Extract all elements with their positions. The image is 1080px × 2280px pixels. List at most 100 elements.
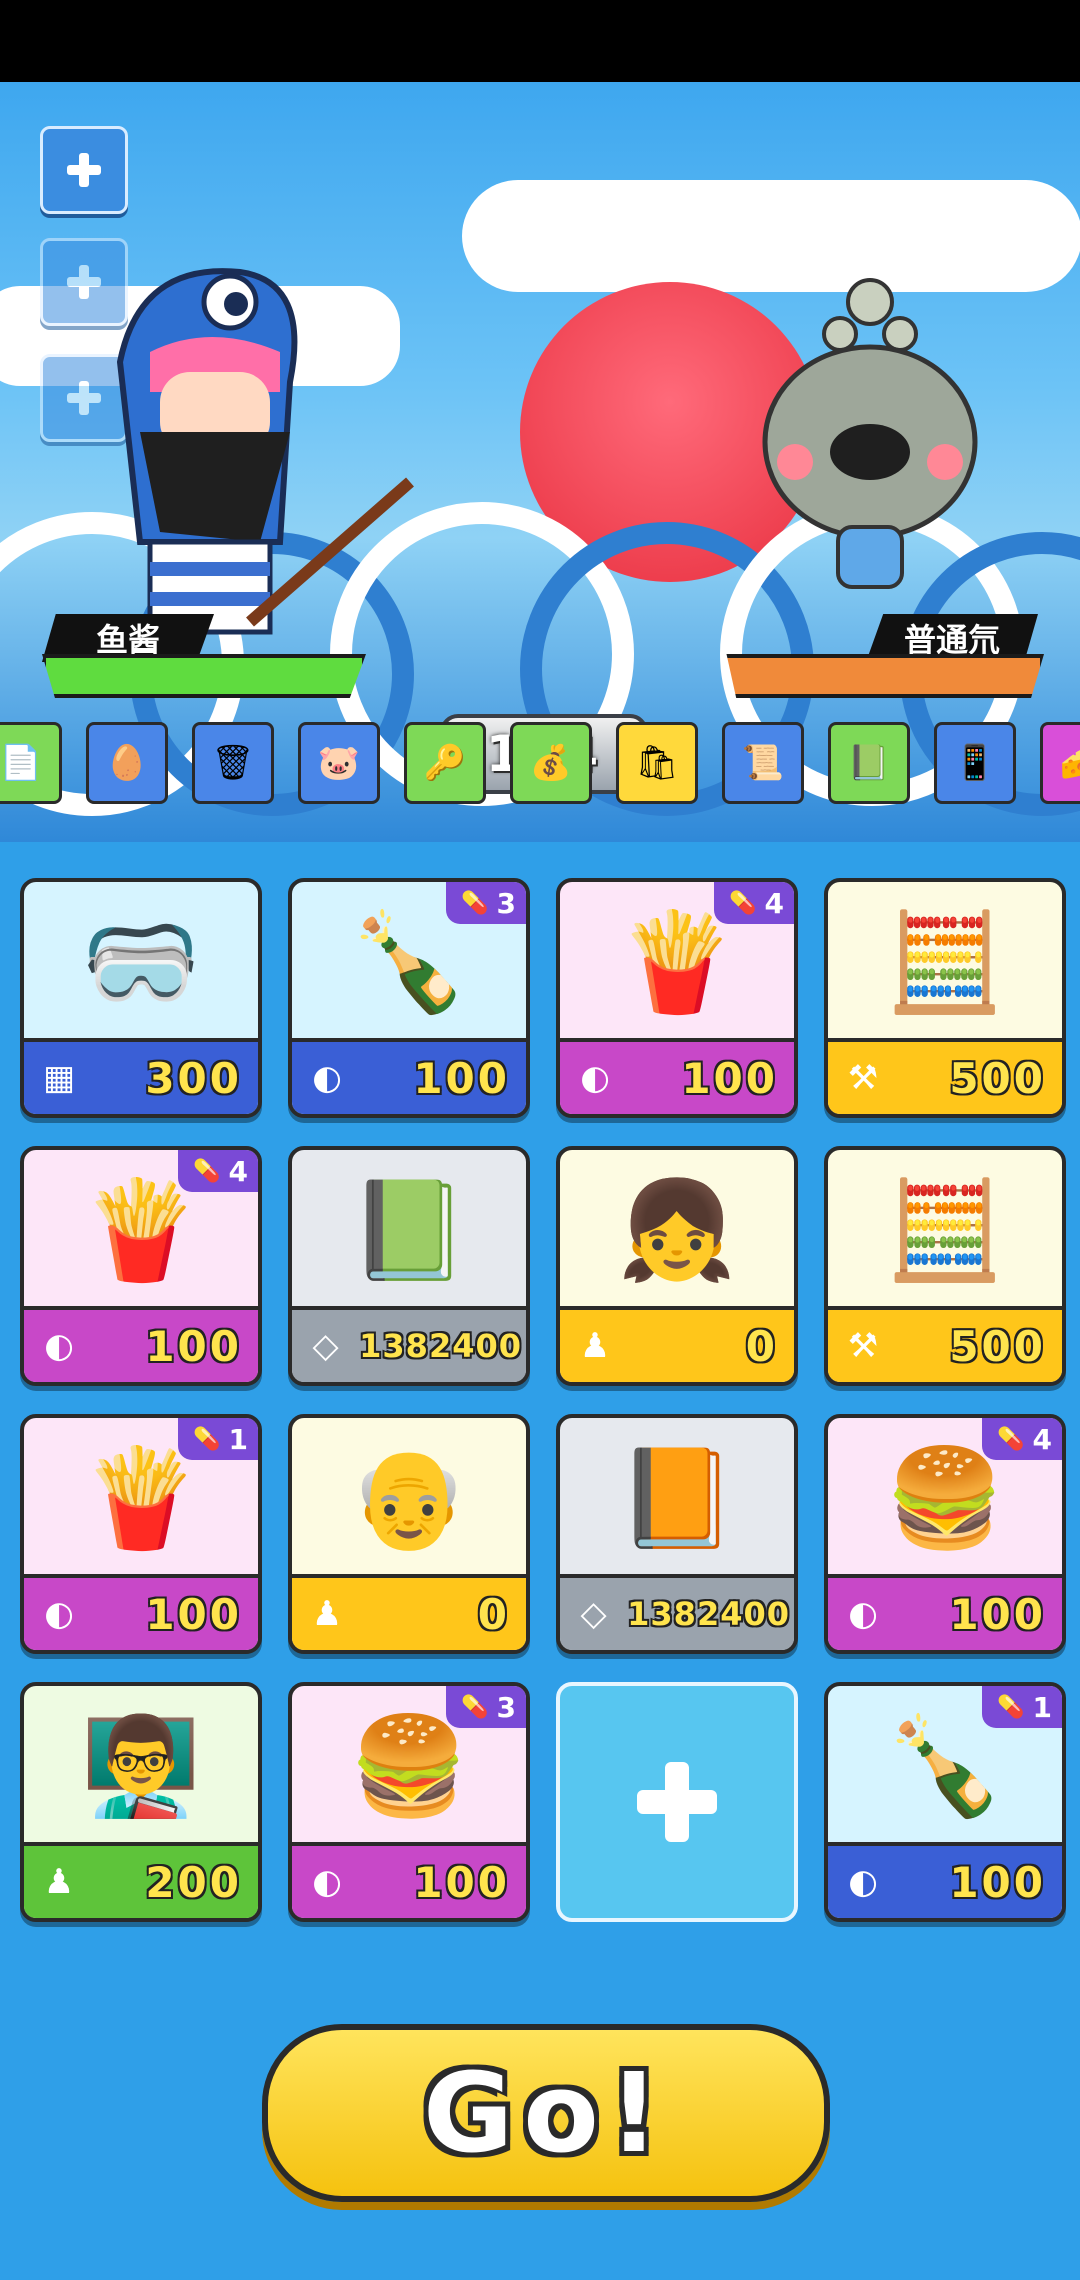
shop-item[interactable]: 🥚 — [86, 722, 168, 804]
vr-headset-icon: 🥽 — [81, 905, 201, 1018]
item-card-hamburger[interactable]: 🍔 💊 3 ◐ 100 — [288, 1682, 530, 1922]
item-card-french-fries[interactable]: 🍟 💊 4 ◐ 100 — [556, 878, 798, 1118]
level-badge: 💊 4 — [714, 882, 794, 924]
calendar-icon: 📗 — [847, 743, 891, 783]
capsule-icon: 💊 — [193, 1158, 221, 1184]
add-slot-button[interactable] — [40, 126, 128, 214]
bread-icon: ◐ — [848, 1862, 878, 1902]
cheese-icon: 🧀 — [1060, 743, 1080, 783]
level-badge: 💊 3 — [446, 1686, 526, 1728]
price-value: 500 — [949, 1321, 1046, 1371]
item-card-abacus[interactable]: 🧮 ⚒ 500 — [824, 1146, 1066, 1386]
shop-item[interactable]: 📄 — [0, 722, 62, 804]
price-bar: ◇ 1382400 — [292, 1306, 526, 1382]
price-bar: ◐ 100 — [24, 1306, 258, 1382]
shop-item[interactable]: 💰 — [510, 722, 592, 804]
price-bar: ♟ 0 — [560, 1306, 794, 1382]
student-icon: ♟ — [579, 1326, 611, 1366]
plus-icon — [637, 1762, 717, 1842]
player-hp-fill — [46, 658, 362, 694]
go-button-label: Go! — [422, 2049, 670, 2177]
item-card-cola-bottle[interactable]: 🍾 💊 1 ◐ 100 — [824, 1682, 1066, 1922]
level-number: 3 — [496, 886, 516, 920]
shopping-bag-icon: 🛍 — [635, 743, 679, 783]
bread-icon: ◐ — [312, 1058, 342, 1098]
level-number: 4 — [228, 1154, 248, 1188]
shop-item[interactable]: 📱 — [934, 722, 1016, 804]
price-bar: ♟ 0 — [292, 1574, 526, 1650]
nest-eggs-icon: 🥚 — [105, 743, 149, 783]
item-card-french-fries[interactable]: 🍟 💊 1 ◐ 100 — [20, 1414, 262, 1654]
item-card-french-fries[interactable]: 🍟 💊 4 ◐ 100 — [20, 1146, 262, 1386]
enemy-character — [762, 278, 978, 589]
bread-icon: ◐ — [312, 1862, 342, 1902]
level-number: 4 — [764, 886, 784, 920]
item-card-abacus[interactable]: 🧮 ⚒ 500 — [824, 878, 1066, 1118]
enemy-hp-fill — [726, 658, 1040, 694]
document-icon: 📄 — [0, 743, 43, 783]
item-card-einstein-professor[interactable]: 👴 ♟ 0 — [288, 1414, 530, 1654]
glasses-girl-icon: 👧 — [617, 1173, 737, 1286]
enemy-hp-bar — [726, 654, 1044, 698]
shop-item[interactable]: 🗑 — [192, 722, 274, 804]
level-number: 1 — [1032, 1690, 1052, 1724]
key-icon: 🔑 — [423, 743, 467, 783]
go-button[interactable]: Go! — [262, 2024, 830, 2202]
abacus-icon: 🧮 — [885, 905, 1005, 1018]
price-value: 500 — [949, 1053, 1046, 1103]
bread-icon: ◐ — [580, 1058, 610, 1098]
price-bar: ◐ 100 — [24, 1574, 258, 1650]
chip-icon: ▦ — [42, 1058, 76, 1098]
item-card-cola-bottle[interactable]: 🍾 💊 3 ◐ 100 — [288, 878, 530, 1118]
shop-item[interactable]: 🔑 — [404, 722, 486, 804]
bread-icon: ◐ — [44, 1594, 74, 1634]
shop-item-bar: 📄 🥚 🗑 🐷 🔑 💰 🛍 📜 📗 📱 🧀 — [0, 722, 1080, 806]
eraser-icon: ◇ — [312, 1326, 339, 1366]
capsule-icon: 💊 — [193, 1426, 221, 1452]
price-value: 0 — [477, 1589, 510, 1639]
level-number: 1 — [228, 1422, 248, 1456]
level-badge: 💊 4 — [982, 1418, 1062, 1460]
price-value: 0 — [745, 1321, 778, 1371]
price-bar: ◇ 1382400 — [560, 1574, 794, 1650]
empty-card-slot[interactable] — [556, 1682, 798, 1922]
price-bar: ◐ 100 — [828, 1574, 1062, 1650]
shop-item[interactable]: 📜 — [722, 722, 804, 804]
shop-item[interactable]: 📗 — [828, 722, 910, 804]
level-badge: 💊 1 — [178, 1418, 258, 1460]
level-number: 3 — [496, 1690, 516, 1724]
hammer-icon: ⚒ — [847, 1058, 879, 1098]
item-card-vr-headset[interactable]: 🥽 ▦ 300 — [20, 878, 262, 1118]
shop-item[interactable]: 🐷 — [298, 722, 380, 804]
teacher-icon: 👨‍🏫 — [81, 1709, 201, 1822]
price-bar: ⚒ 500 — [828, 1038, 1062, 1114]
price-bar: ◐ 100 — [292, 1038, 526, 1114]
level-badge: 💊 4 — [178, 1150, 258, 1192]
coins-icon: 💰 — [529, 743, 573, 783]
shop-item[interactable]: 🧀 — [1040, 722, 1080, 804]
item-card-chemistry-book[interactable]: 📗 ◇ 1382400 — [288, 1146, 530, 1386]
capsule-icon: 💊 — [461, 890, 489, 916]
item-card-glasses-girl[interactable]: 👧 ♟ 0 — [556, 1146, 798, 1386]
price-value: 1382400 — [627, 1595, 790, 1633]
item-card-math-book[interactable]: 📙 ◇ 1382400 — [556, 1414, 798, 1654]
bread-icon: ◐ — [44, 1326, 74, 1366]
price-value: 100 — [145, 1589, 242, 1639]
price-bar: ▦ 300 — [24, 1038, 258, 1114]
price-value: 100 — [413, 1053, 510, 1103]
price-value: 200 — [145, 1857, 242, 1907]
map-scroll-icon: 📜 — [741, 743, 785, 783]
shop-item[interactable]: 🛍 — [616, 722, 698, 804]
price-value: 100 — [949, 1589, 1046, 1639]
plus-icon — [67, 153, 101, 187]
price-value: 100 — [413, 1857, 510, 1907]
item-card-hamburger[interactable]: 🍔 💊 4 ◐ 100 — [824, 1414, 1066, 1654]
price-value: 100 — [681, 1053, 778, 1103]
level-badge: 💊 1 — [982, 1686, 1062, 1728]
einstein-professor-icon: 👴 — [349, 1441, 469, 1554]
item-card-teacher[interactable]: 👨‍🏫 ♟ 200 — [20, 1682, 262, 1922]
student-icon: ♟ — [311, 1594, 343, 1634]
phone-icon: 📱 — [953, 743, 997, 783]
capsule-icon: 💊 — [729, 890, 757, 916]
piggy-bank-icon: 🐷 — [317, 743, 361, 783]
